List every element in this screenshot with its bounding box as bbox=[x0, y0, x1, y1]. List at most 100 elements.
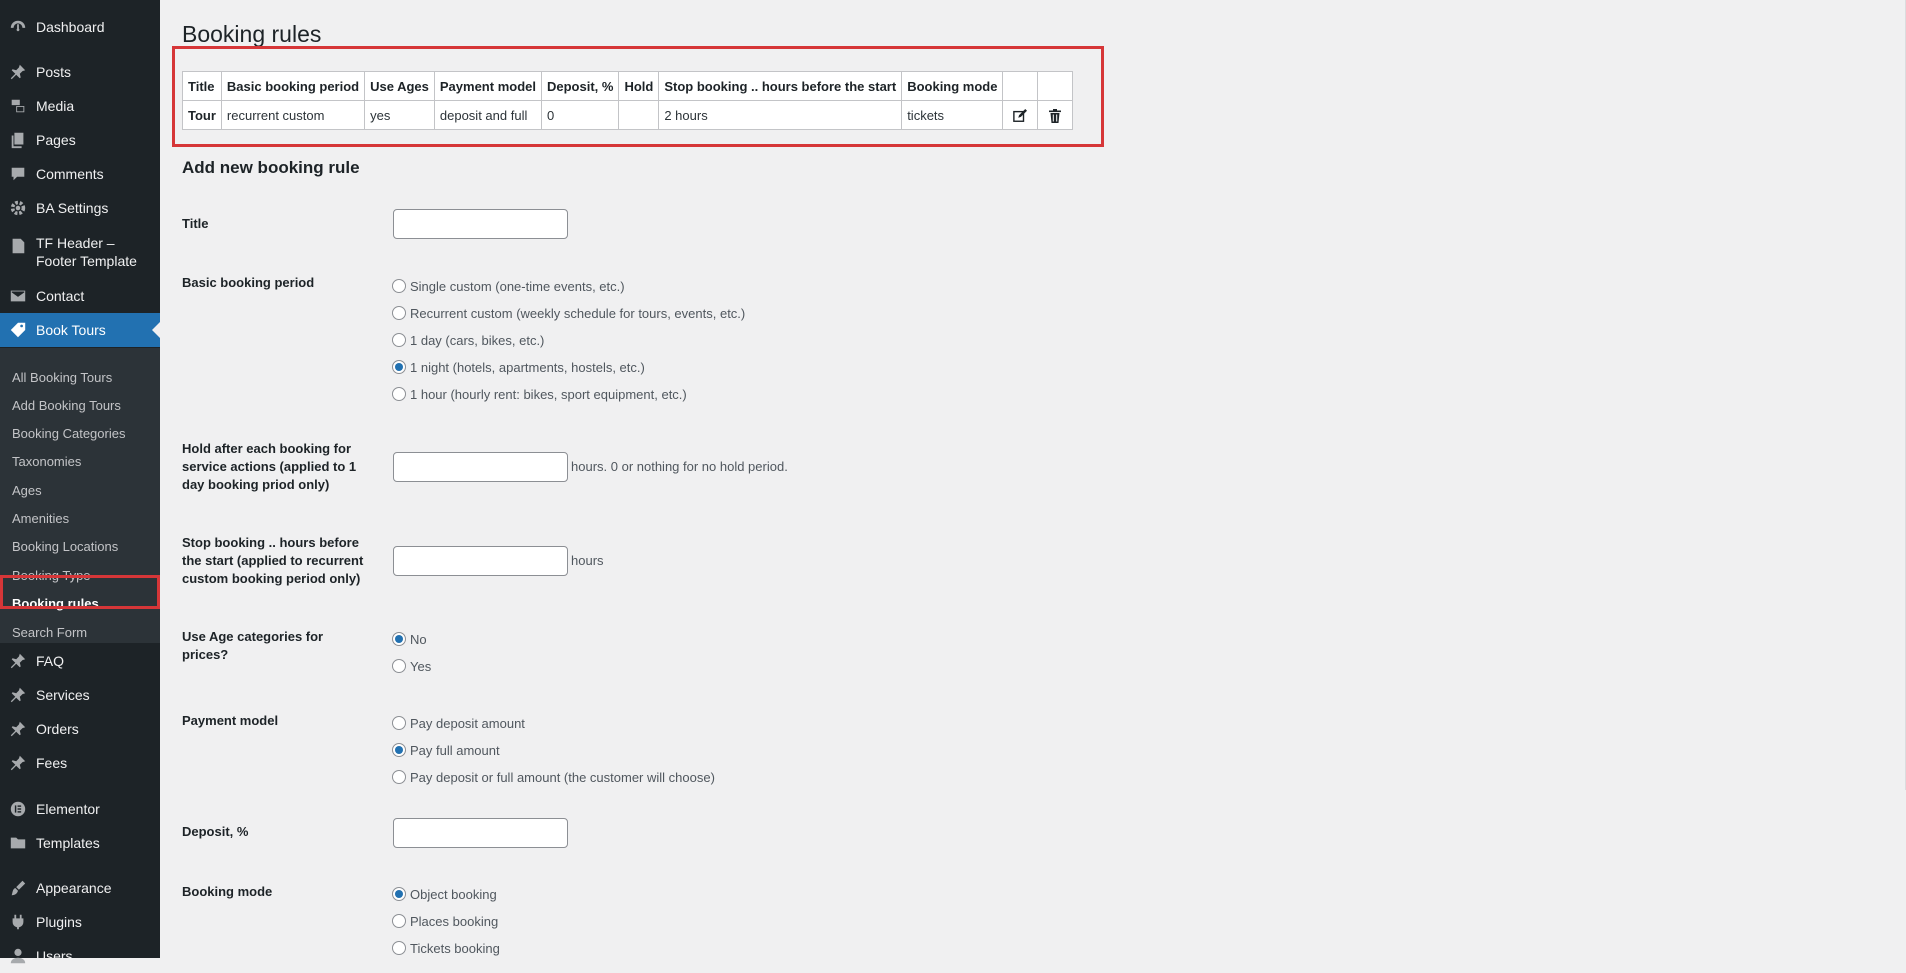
period-option-single-custom[interactable]: Single custom (one-time events, etc.) bbox=[392, 276, 625, 296]
delete-rule-button[interactable] bbox=[1037, 100, 1074, 130]
stop-booking-hours-input[interactable] bbox=[393, 546, 568, 576]
mode-option-object[interactable]: Object booking bbox=[392, 884, 497, 904]
payment-option-full[interactable]: Pay full amount bbox=[392, 740, 500, 760]
menu-label: Templates bbox=[36, 835, 100, 851]
period-option-recurrent-custom[interactable]: Recurrent custom (weekly schedule for to… bbox=[392, 303, 745, 323]
submenu-all-booking-tours[interactable]: All Booking Tours bbox=[12, 367, 112, 389]
submenu-booking-locations[interactable]: Booking Locations bbox=[12, 536, 118, 558]
radio-button[interactable] bbox=[392, 659, 406, 673]
menu-faq[interactable]: FAQ bbox=[0, 644, 160, 678]
menu-fees[interactable]: Fees bbox=[0, 746, 160, 780]
booking-rules-table: Title Basic booking period Use Ages Paym… bbox=[182, 71, 1074, 130]
deposit-label: Deposit, % bbox=[182, 824, 249, 839]
column-header-delete bbox=[1037, 71, 1074, 101]
submenu-taxonomies[interactable]: Taxonomies bbox=[12, 451, 81, 473]
payment-model-label: Payment model bbox=[182, 713, 279, 728]
hold-hours-input[interactable] bbox=[393, 452, 568, 482]
submenu-ages[interactable]: Ages bbox=[12, 480, 42, 502]
period-option-1-night[interactable]: 1 night (hotels, apartments, hostels, et… bbox=[392, 357, 645, 377]
menu-elementor[interactable]: Elementor bbox=[0, 792, 160, 826]
menu-tf-header-footer[interactable]: TF Header – Footer Template bbox=[0, 234, 160, 282]
pin-icon bbox=[8, 685, 28, 705]
deposit-input[interactable] bbox=[393, 818, 568, 848]
stop-booking-label: Stop booking .. hours before the start (… bbox=[182, 535, 364, 586]
radio-button[interactable] bbox=[392, 306, 406, 320]
period-option-1-hour[interactable]: 1 hour (hourly rent: bikes, sport equipm… bbox=[392, 384, 687, 404]
menu-contact[interactable]: Contact bbox=[0, 279, 160, 313]
brush-icon bbox=[8, 878, 28, 898]
age-option-no[interactable]: No bbox=[392, 629, 427, 649]
radio-button-checked[interactable] bbox=[392, 360, 406, 374]
radio-button[interactable] bbox=[392, 914, 406, 928]
table-cell: Tour bbox=[182, 100, 222, 130]
payment-option-deposit[interactable]: Pay deposit amount bbox=[392, 713, 525, 733]
radio-label: Pay full amount bbox=[410, 742, 500, 758]
payment-option-customer-choice[interactable]: Pay deposit or full amount (the customer… bbox=[392, 767, 715, 787]
menu-media[interactable]: Media bbox=[0, 89, 160, 123]
hold-suffix: hours. 0 or nothing for no hold period. bbox=[571, 459, 788, 474]
menu-posts[interactable]: Posts bbox=[0, 55, 160, 89]
table-cell: yes bbox=[364, 100, 435, 130]
submenu-amenities[interactable]: Amenities bbox=[12, 508, 69, 530]
comment-icon bbox=[8, 164, 28, 184]
menu-users[interactable]: Users bbox=[0, 939, 160, 973]
menu-dashboard[interactable]: Dashboard bbox=[0, 10, 160, 44]
edit-rule-button[interactable] bbox=[1002, 100, 1039, 130]
page-title: Booking rules bbox=[182, 21, 322, 47]
menu-ba-settings[interactable]: BA Settings bbox=[0, 191, 160, 225]
menu-label: Comments bbox=[36, 166, 104, 182]
menu-comments[interactable]: Comments bbox=[0, 157, 160, 191]
elementor-icon bbox=[8, 799, 28, 819]
menu-label: Appearance bbox=[36, 880, 112, 896]
menu-pages[interactable]: Pages bbox=[0, 123, 160, 157]
booking-mode-label: Booking mode bbox=[182, 884, 273, 899]
submenu-add-booking-tours[interactable]: Add Booking Tours bbox=[12, 395, 121, 417]
menu-orders[interactable]: Orders bbox=[0, 712, 160, 746]
radio-button[interactable] bbox=[392, 387, 406, 401]
menu-label: Contact bbox=[36, 288, 85, 304]
radio-button[interactable] bbox=[392, 770, 406, 784]
radio-button[interactable] bbox=[392, 716, 406, 730]
column-header: Deposit, % bbox=[540, 71, 620, 101]
column-header: Title bbox=[182, 71, 222, 101]
radio-button[interactable] bbox=[392, 941, 406, 955]
mode-option-tickets[interactable]: Tickets booking bbox=[392, 938, 500, 958]
title-input[interactable] bbox=[393, 209, 568, 239]
menu-label: Media bbox=[36, 98, 75, 114]
radio-label: Object booking bbox=[410, 886, 497, 902]
radio-label: 1 hour (hourly rent: bikes, sport equipm… bbox=[410, 386, 687, 402]
table-cell: 2 hours bbox=[658, 100, 903, 130]
radio-button[interactable] bbox=[392, 333, 406, 347]
menu-templates[interactable]: Templates bbox=[0, 826, 160, 860]
menu-appearance[interactable]: Appearance bbox=[0, 871, 160, 905]
submenu-search-form[interactable]: Search Form bbox=[12, 622, 87, 644]
radio-label: Places booking bbox=[410, 913, 499, 929]
menu-services[interactable]: Services bbox=[0, 678, 160, 712]
column-header: Hold bbox=[618, 71, 660, 101]
menu-label: Fees bbox=[36, 755, 68, 771]
menu-book-tours[interactable]: Book Tours bbox=[0, 313, 160, 347]
trash-icon bbox=[1049, 108, 1062, 123]
menu-label: Users bbox=[36, 948, 73, 964]
pin-icon bbox=[8, 62, 28, 82]
table-cell: 0 bbox=[540, 100, 620, 130]
menu-plugins[interactable]: Plugins bbox=[0, 905, 160, 939]
menu-label: Services bbox=[36, 687, 90, 703]
user-icon bbox=[8, 946, 28, 966]
menu-label: Posts bbox=[36, 64, 72, 80]
radio-button-checked[interactable] bbox=[392, 887, 406, 901]
menu-label: TF Header – Footer Template bbox=[36, 235, 137, 269]
tag-icon bbox=[8, 320, 28, 340]
age-option-yes[interactable]: Yes bbox=[392, 656, 431, 676]
radio-button-checked[interactable] bbox=[392, 743, 406, 757]
mode-option-places[interactable]: Places booking bbox=[392, 911, 498, 931]
radio-label: Pay deposit amount bbox=[410, 715, 525, 731]
radio-label: 1 night (hotels, apartments, hostels, et… bbox=[410, 359, 645, 375]
radio-button-checked[interactable] bbox=[392, 632, 406, 646]
plug-icon bbox=[8, 912, 28, 932]
table-cell bbox=[618, 100, 660, 130]
submenu-booking-categories[interactable]: Booking Categories bbox=[12, 423, 125, 445]
period-option-1-day[interactable]: 1 day (cars, bikes, etc.) bbox=[392, 330, 544, 350]
radio-button[interactable] bbox=[392, 279, 406, 293]
pages-icon bbox=[8, 130, 28, 150]
